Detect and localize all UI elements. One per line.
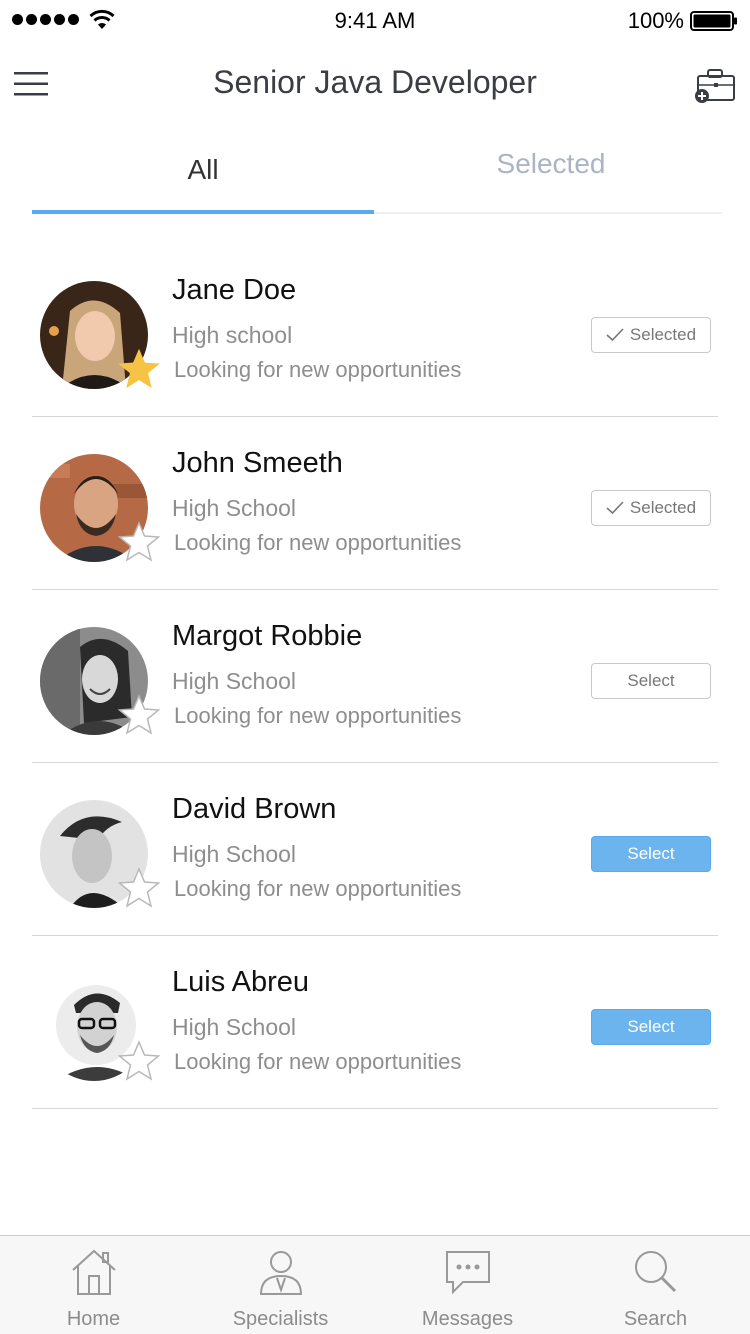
battery-icon xyxy=(690,11,737,31)
candidate-name: Jane Doe xyxy=(172,274,297,306)
nav-specialists[interactable]: Specialists xyxy=(187,1236,374,1334)
favorite-star-icon[interactable] xyxy=(118,348,160,390)
candidate-education: High School xyxy=(172,1014,297,1040)
navigation-header: Senior Java Developer xyxy=(0,42,750,132)
button-label: Selected xyxy=(629,325,697,344)
checkmark-icon xyxy=(606,501,624,515)
search-icon xyxy=(634,1251,676,1293)
messages-icon xyxy=(445,1251,490,1295)
nav-label: Home xyxy=(66,1308,121,1330)
select-button[interactable]: Select xyxy=(591,663,711,699)
button-label: Selected xyxy=(629,498,697,517)
candidate-name: Luis Abreu xyxy=(172,966,310,998)
candidate-status: Looking for new opportunities xyxy=(174,530,462,555)
button-label: Select xyxy=(627,671,675,690)
candidate-row[interactable]: John Smeeth High School Looking for new … xyxy=(32,417,718,590)
active-tab-indicator xyxy=(32,210,374,214)
checkmark-icon xyxy=(606,328,624,342)
candidate-row[interactable]: David Brown High School Looking for new … xyxy=(32,763,718,936)
candidate-education: High school xyxy=(172,322,293,348)
button-label: Select xyxy=(627,1017,675,1036)
nav-label: Search xyxy=(623,1308,688,1330)
candidate-name: David Brown xyxy=(172,793,337,825)
nav-label: Specialists xyxy=(232,1308,329,1330)
page-title: Senior Java Developer xyxy=(213,64,537,100)
status-bar: 9:41 AM 100% xyxy=(0,0,750,42)
candidate-status: Looking for new opportunities xyxy=(174,876,462,901)
bottom-tab-bar: Home Specialists Messages Search xyxy=(0,1235,750,1334)
candidate-education: High School xyxy=(172,495,297,521)
nav-home[interactable]: Home xyxy=(0,1236,187,1334)
candidate-education: High School xyxy=(172,841,297,867)
favorite-star-icon[interactable] xyxy=(118,867,160,909)
selected-button[interactable]: Selected xyxy=(591,317,711,353)
tab-all[interactable]: All xyxy=(32,132,374,214)
home-icon xyxy=(71,1249,116,1295)
candidate-name: Margot Robbie xyxy=(172,620,363,652)
nav-messages[interactable]: Messages xyxy=(374,1236,561,1334)
candidate-name: John Smeeth xyxy=(172,447,343,479)
select-button[interactable]: Select xyxy=(591,1009,711,1045)
nav-label: Messages xyxy=(421,1308,514,1330)
candidate-list: Jane Doe High school Looking for new opp… xyxy=(32,244,718,1109)
nav-search[interactable]: Search xyxy=(561,1236,750,1334)
filter-tabs: All Selected xyxy=(32,132,722,214)
add-job-briefcase-icon[interactable] xyxy=(694,68,736,104)
candidate-status: Looking for new opportunities xyxy=(174,357,462,382)
candidate-row[interactable]: Jane Doe High school Looking for new opp… xyxy=(32,244,718,417)
button-label: Select xyxy=(627,844,675,863)
favorite-star-icon[interactable] xyxy=(118,694,160,736)
favorite-star-icon[interactable] xyxy=(118,1040,160,1082)
candidate-row[interactable]: Margot Robbie High School Looking for ne… xyxy=(32,590,718,763)
candidate-status: Looking for new opportunities xyxy=(174,1049,462,1074)
candidate-education: High School xyxy=(172,668,297,694)
candidate-status: Looking for new opportunities xyxy=(174,703,462,728)
specialist-icon xyxy=(259,1251,302,1295)
selected-button[interactable]: Selected xyxy=(591,490,711,526)
select-button[interactable]: Select xyxy=(591,836,711,872)
battery-percentage: 100% xyxy=(627,8,684,33)
candidate-row[interactable]: Luis Abreu High School Looking for new o… xyxy=(32,936,718,1109)
tab-selected[interactable]: Selected xyxy=(380,132,722,214)
favorite-star-icon[interactable] xyxy=(118,521,160,563)
